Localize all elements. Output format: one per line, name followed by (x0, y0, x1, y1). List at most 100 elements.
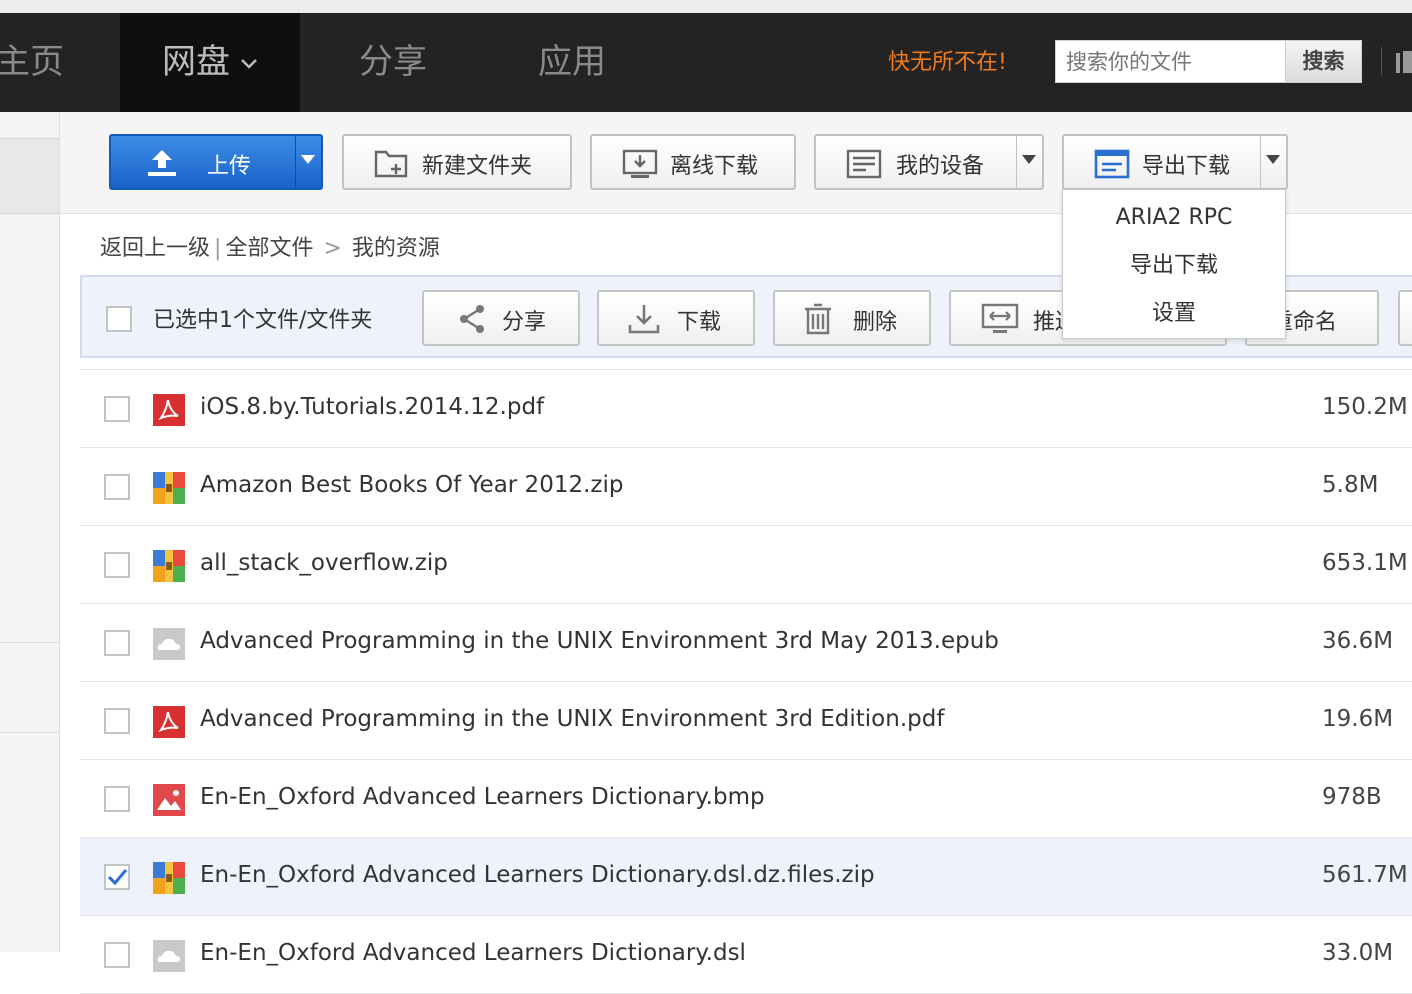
top-nav: 主页 网盘 分享 应用 快无所不在! 搜索 (0, 13, 1412, 112)
row-checkbox[interactable] (104, 630, 130, 656)
file-name[interactable]: Advanced Programming in the UNIX Environ… (200, 706, 944, 732)
my-devices-button[interactable]: 我的设备 (814, 134, 1044, 190)
zip-file-icon (153, 550, 185, 582)
pdf-file-icon (153, 394, 185, 426)
file-row[interactable]: Amazon Best Books Of Year 2012.zip 5.8M (80, 448, 1412, 526)
row-checkbox[interactable] (104, 474, 130, 500)
file-size: 150.2M (1322, 394, 1408, 420)
sidebar-item-selected[interactable] (0, 138, 59, 214)
download-button[interactable]: 下载 (597, 290, 755, 346)
new-folder-icon (374, 150, 408, 178)
share-label: 分享 (502, 310, 547, 335)
breadcrumb: 返回上一级 | 全部文件 > 我的资源 (100, 230, 440, 262)
export-icon (1094, 149, 1130, 179)
epub-file-icon (153, 940, 185, 972)
file-name[interactable]: En-En_Oxford Advanced Learners Dictionar… (200, 940, 746, 966)
file-size: 33.0M (1322, 940, 1394, 966)
download-label: 下载 (677, 310, 722, 335)
row-checkbox[interactable] (104, 786, 130, 812)
push-icon (981, 303, 1019, 333)
caret-down-icon (1266, 155, 1280, 164)
row-checkbox-checked[interactable] (104, 864, 130, 890)
file-size: 5.8M (1322, 472, 1379, 498)
breadcrumb-current: 我的资源 (351, 236, 440, 261)
row-checkbox[interactable] (104, 942, 130, 968)
user-icon[interactable] (1394, 49, 1412, 77)
file-name[interactable]: En-En_Oxford Advanced Learners Dictionar… (200, 862, 875, 888)
file-row-selected[interactable]: En-En_Oxford Advanced Learners Dictionar… (80, 838, 1412, 916)
nav-home[interactable]: 主页 (0, 13, 64, 112)
file-name[interactable]: all_stack_overflow.zip (200, 550, 448, 576)
sidebar-divider (0, 732, 59, 733)
menu-item-export-download[interactable]: 导出下载 (1063, 242, 1285, 290)
upload-icon (148, 150, 176, 176)
nav-netdisk-label: 网盘 (162, 42, 230, 82)
menu-item-settings[interactable]: 设置 (1063, 290, 1285, 338)
nav-netdisk[interactable]: 网盘 (120, 13, 300, 112)
new-folder-label: 新建文件夹 (422, 154, 533, 179)
search-button[interactable]: 搜索 (1285, 40, 1362, 83)
file-row[interactable]: En-En_Oxford Advanced Learners Dictionar… (80, 760, 1412, 838)
row-checkbox[interactable] (104, 396, 130, 422)
breadcrumb-back[interactable]: 返回上一级 (100, 236, 210, 261)
image-file-icon (153, 784, 185, 816)
file-size: 978B (1322, 784, 1382, 810)
file-name[interactable]: Amazon Best Books Of Year 2012.zip (200, 472, 623, 498)
file-row[interactable]: Advanced Programming in the UNIX Environ… (80, 682, 1412, 760)
file-row[interactable]: En-En_Oxford Advanced Learners Dictionar… (80, 916, 1412, 994)
menu-item-aria2-rpc[interactable]: ARIA2 RPC (1063, 194, 1285, 242)
nav-share[interactable]: 分享 (359, 13, 427, 112)
file-size: 36.6M (1322, 628, 1394, 654)
select-all-checkbox[interactable] (106, 306, 132, 332)
upload-dropdown-toggle[interactable] (295, 136, 322, 188)
upload-button[interactable]: 上传 (109, 134, 323, 190)
share-button[interactable]: 分享 (422, 290, 580, 346)
zip-file-icon (153, 472, 185, 504)
nav-apps[interactable]: 应用 (538, 13, 606, 112)
file-name[interactable]: En-En_Oxford Advanced Learners Dictionar… (200, 784, 765, 810)
breadcrumb-all-files[interactable]: 全部文件 (225, 236, 313, 261)
file-size: 561.7M (1322, 862, 1408, 888)
window-top-strip (0, 0, 1412, 14)
export-dropdown-toggle[interactable] (1260, 136, 1287, 188)
export-download-button[interactable]: 导出下载 (1062, 134, 1288, 190)
share-icon (460, 305, 484, 333)
caret-down-icon (1022, 155, 1036, 164)
selection-count: 已选中1个文件/文件夹 (153, 308, 373, 333)
breadcrumb-separator: | (214, 236, 222, 261)
upload-label: 上传 (207, 154, 252, 179)
my-devices-dropdown-toggle[interactable] (1016, 136, 1043, 188)
zip-file-icon (153, 862, 185, 894)
checkmark-icon (107, 869, 128, 886)
delete-button[interactable]: 删除 (773, 290, 931, 346)
file-row[interactable]: Advanced Programming in the UNIX Environ… (80, 604, 1412, 682)
pdf-file-icon (153, 706, 185, 738)
offline-download-icon (622, 149, 658, 178)
file-row[interactable]: all_stack_overflow.zip 653.1M (80, 526, 1412, 604)
row-checkbox[interactable] (104, 708, 130, 734)
device-icon (846, 149, 882, 179)
sidebar-divider (0, 642, 59, 643)
export-download-menu: ARIA2 RPC 导出下载 设置 (1062, 189, 1286, 339)
nav-divider (1381, 47, 1382, 75)
file-name[interactable]: Advanced Programming in the UNIX Environ… (200, 628, 999, 654)
delete-label: 删除 (853, 310, 898, 335)
my-devices-label: 我的设备 (896, 154, 985, 179)
file-size: 19.6M (1322, 706, 1394, 732)
file-row[interactable]: iOS.8.by.Tutorials.2014.12.pdf 150.2M (80, 370, 1412, 448)
search-input[interactable] (1055, 40, 1285, 83)
sidebar (0, 112, 60, 952)
breadcrumb-arrow: > (323, 236, 342, 261)
file-size: 653.1M (1322, 550, 1408, 576)
epub-file-icon (153, 628, 185, 660)
chevron-down-icon (241, 58, 257, 69)
trash-icon (805, 303, 831, 335)
export-download-label: 导出下载 (1142, 154, 1231, 179)
more-button[interactable] (1398, 290, 1412, 346)
file-name[interactable]: iOS.8.by.Tutorials.2014.12.pdf (200, 394, 544, 420)
new-folder-button[interactable]: 新建文件夹 (342, 134, 572, 190)
download-icon (628, 305, 660, 334)
caret-down-icon (301, 155, 315, 164)
row-checkbox[interactable] (104, 552, 130, 578)
offline-download-button[interactable]: 离线下载 (590, 134, 796, 190)
